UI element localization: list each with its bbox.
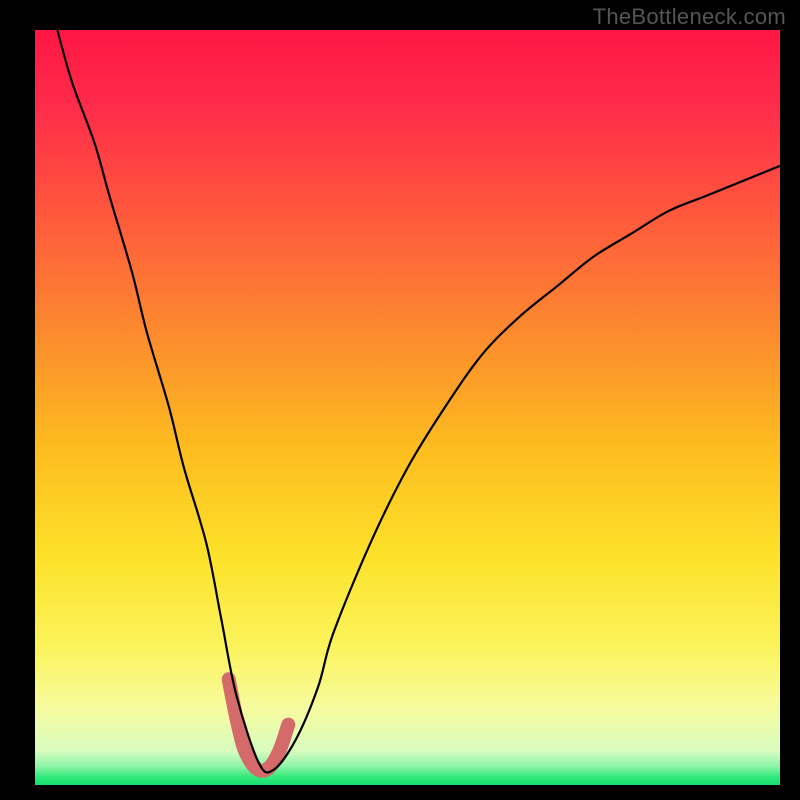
chart-frame: TheBottleneck.com [0,0,800,800]
plot-background [35,30,780,785]
bottleneck-chart [0,0,800,800]
watermark-text: TheBottleneck.com [593,4,786,30]
